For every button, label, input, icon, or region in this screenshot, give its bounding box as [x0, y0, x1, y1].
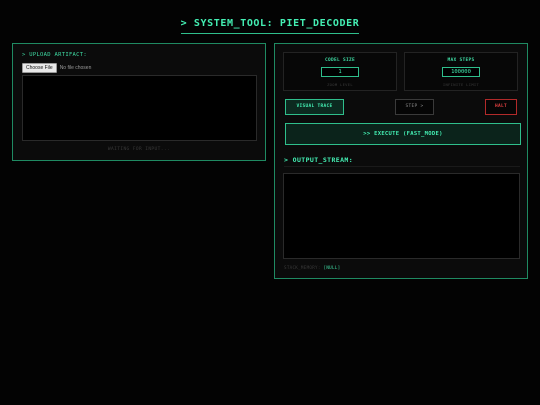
max-steps-label: MAX STEPS [447, 58, 475, 63]
execute-button[interactable]: >> EXECUTE (FAST_MODE) [285, 123, 521, 145]
control-panel: CODEL SIZE ZOOM LEVEL MAX STEPS INFINITE… [274, 43, 528, 279]
codel-size-label: CODEL SIZE [324, 58, 356, 63]
step-button[interactable]: STEP > [395, 99, 434, 115]
waiting-status: WAITING FOR INPUT... [107, 147, 171, 152]
output-stream-title: > OUTPUT_STREAM: [284, 156, 354, 164]
file-input[interactable]: Choose File No file chosen [22, 63, 91, 73]
stack-memory-label: STACK_MEMORY: [284, 265, 321, 270]
codel-size-input[interactable] [321, 67, 359, 77]
halt-button[interactable]: HALT [485, 99, 517, 115]
choose-file-button[interactable]: Choose File [22, 63, 57, 73]
upload-panel: > UPLOAD ARTIFACT: Choose File No file c… [12, 43, 266, 161]
stack-memory-value: [NULL] [323, 265, 341, 270]
upload-artifact-label: > UPLOAD ARTIFACT: [22, 52, 88, 58]
output-stream-box[interactable] [283, 173, 520, 259]
codel-size-box: CODEL SIZE ZOOM LEVEL [283, 52, 397, 91]
codel-size-hint: ZOOM LEVEL [327, 82, 353, 87]
artifact-preview-canvas [22, 75, 257, 141]
page-title: > SYSTEM_TOOL: PIET_DECODER [0, 18, 540, 34]
max-steps-hint: INFINITE LIMIT [442, 82, 480, 87]
divider [284, 166, 520, 167]
max-steps-input[interactable] [442, 67, 480, 77]
visual-trace-button[interactable]: VISUAL TRACE [285, 99, 344, 115]
page-title-text: > SYSTEM_TOOL: PIET_DECODER [180, 18, 360, 34]
max-steps-box: MAX STEPS INFINITE LIMIT [404, 52, 518, 91]
stack-memory-status: STACK_MEMORY: [NULL] [284, 265, 340, 270]
file-status-text: No file chosen [59, 65, 92, 71]
